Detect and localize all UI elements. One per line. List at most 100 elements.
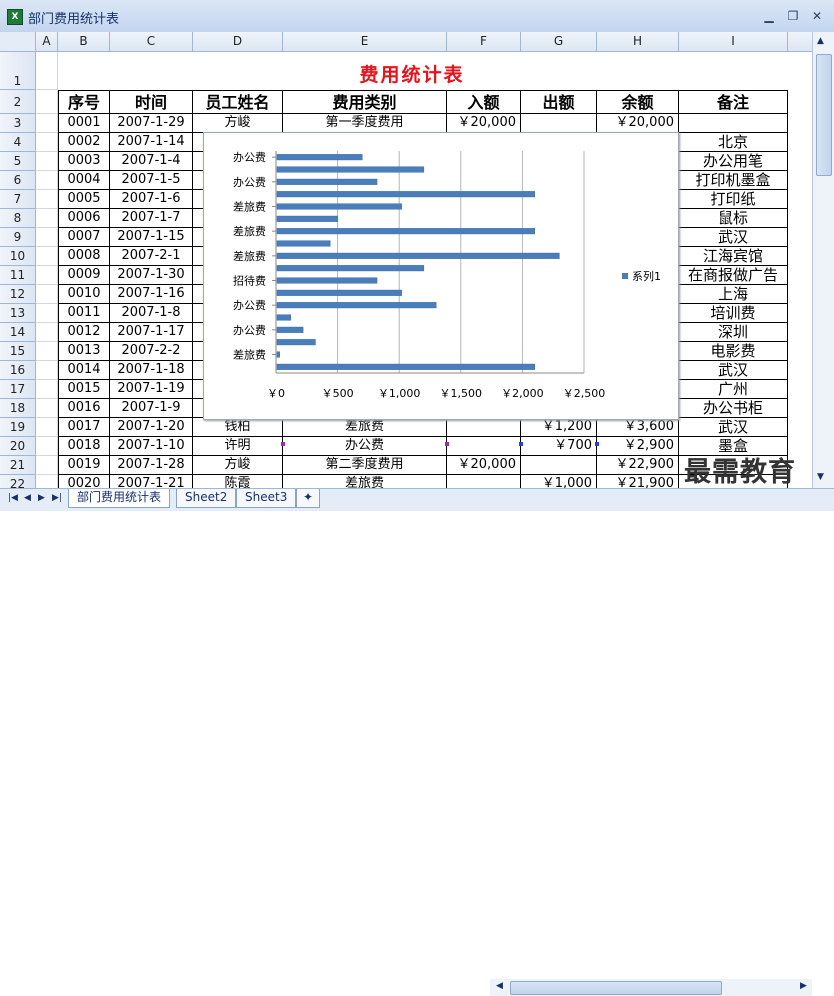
row-header[interactable]: 4 [0,133,36,152]
table-cell[interactable]: ￥20,000 [447,456,521,475]
insert-sheet-icon[interactable]: ✦ [296,489,321,508]
table-cell[interactable]: 2007-1-14 [110,133,193,152]
table-cell[interactable]: 深圳 [679,323,788,342]
cell-a[interactable] [36,475,58,488]
table-cell[interactable]: 打印纸 [679,190,788,209]
table-cell[interactable]: 许明 [193,437,283,456]
row-header[interactable]: 12 [0,285,36,304]
cell-a[interactable] [36,190,58,209]
cell-a[interactable] [36,90,58,114]
row-header[interactable]: 1 [0,52,36,90]
table-cell[interactable]: 方峻 [193,114,283,133]
cell-a[interactable] [36,304,58,323]
table-cell[interactable] [447,475,521,488]
column-header[interactable]: D [193,32,283,52]
table-cell[interactable]: 0018 [58,437,110,456]
table-cell[interactable]: 2007-1-30 [110,266,193,285]
table-cell[interactable]: 2007-1-28 [110,456,193,475]
column-header[interactable]: E [283,32,447,52]
cell-a[interactable] [36,171,58,190]
table-cell[interactable] [447,437,521,456]
table-cell[interactable]: 武汉 [679,361,788,380]
bar-chart[interactable]: ￥0 ￥500 ￥1,000 ￥1,500 ￥2,000 ￥2,500 办公费 办公费 差旅费差… [203,132,679,420]
table-cell[interactable]: ￥20,000 [597,114,679,133]
cell-a[interactable] [36,114,58,133]
scroll-down-icon[interactable]: ▼ [817,472,824,482]
table-cell[interactable]: 2007-2-1 [110,247,193,266]
cell-a[interactable] [36,380,58,399]
table-cell[interactable]: 0001 [58,114,110,133]
row-header[interactable]: 21 [0,456,36,475]
table-cell[interactable]: 0012 [58,323,110,342]
last-sheet-icon[interactable]: ▶| [52,493,62,503]
column-header[interactable]: B [58,32,110,52]
select-all-corner[interactable] [0,32,36,52]
row-header[interactable]: 13 [0,304,36,323]
row-header[interactable]: 6 [0,171,36,190]
table-cell[interactable]: 陈霞 [193,475,283,488]
table-cell[interactable]: 0013 [58,342,110,361]
row-header[interactable]: 14 [0,323,36,342]
table-cell[interactable]: 0016 [58,399,110,418]
row-header[interactable]: 16 [0,361,36,380]
cell-a[interactable] [36,52,58,90]
cell-a[interactable] [36,437,58,456]
table-cell[interactable]: 2007-1-18 [110,361,193,380]
table-cell[interactable]: 2007-1-10 [110,437,193,456]
table-cell[interactable]: ￥2,900 [597,437,679,456]
column-header[interactable]: F [447,32,521,52]
table-cell[interactable]: ￥700 [521,437,597,456]
table-cell[interactable]: 0011 [58,304,110,323]
scroll-right-icon[interactable]: ▶ [800,981,807,991]
table-cell[interactable]: 0015 [58,380,110,399]
table-cell[interactable]: 武汉 [679,418,788,437]
column-header[interactable]: I [679,32,788,52]
table-cell[interactable]: 2007-1-16 [110,285,193,304]
cell-a[interactable] [36,361,58,380]
table-cell[interactable]: 2007-1-20 [110,418,193,437]
row-header[interactable]: 5 [0,152,36,171]
horizontal-scrollbar[interactable]: ▶ ◀ [490,979,812,996]
cell-a[interactable] [36,323,58,342]
cell-a[interactable] [36,209,58,228]
table-cell[interactable]: 2007-1-21 [110,475,193,488]
row-header[interactable]: 17 [0,380,36,399]
vertical-scroll-thumb[interactable] [816,54,832,176]
minimize-icon[interactable]: ▁ [758,8,780,24]
table-cell[interactable]: 差旅费 [283,475,447,488]
table-cell[interactable]: 0007 [58,228,110,247]
table-cell[interactable]: 0005 [58,190,110,209]
row-header[interactable]: 8 [0,209,36,228]
table-cell[interactable]: 0004 [58,171,110,190]
table-cell[interactable]: ￥22,900 [597,456,679,475]
tab-sheet2[interactable]: Sheet2 [176,489,237,508]
column-header[interactable]: G [521,32,597,52]
cell-a[interactable] [36,133,58,152]
table-cell[interactable]: 电影费 [679,342,788,361]
table-header-cell[interactable]: 出额 [521,90,597,114]
table-cell[interactable]: 2007-1-15 [110,228,193,247]
table-cell[interactable]: 2007-1-29 [110,114,193,133]
table-cell[interactable]: 鼠标 [679,209,788,228]
table-header-cell[interactable]: 员工姓名 [193,90,283,114]
table-header-cell[interactable]: 备注 [679,90,788,114]
table-cell[interactable]: 0010 [58,285,110,304]
cell-a[interactable] [36,342,58,361]
table-cell[interactable]: 办公书柜 [679,399,788,418]
table-cell[interactable]: 北京 [679,133,788,152]
table-cell[interactable]: 2007-1-4 [110,152,193,171]
range-handle[interactable] [445,442,449,446]
table-cell[interactable]: 0008 [58,247,110,266]
table-cell[interactable]: ￥20,000 [447,114,521,133]
row-header[interactable]: 20 [0,437,36,456]
column-header[interactable]: C [110,32,193,52]
table-header-cell[interactable]: 入额 [447,90,521,114]
range-handle[interactable] [595,442,599,446]
row-header[interactable]: 18 [0,399,36,418]
row-header[interactable]: 10 [0,247,36,266]
table-cell[interactable]: ￥1,000 [521,475,597,488]
table-cell[interactable]: 0009 [58,266,110,285]
row-header[interactable]: 15 [0,342,36,361]
table-cell[interactable]: 0006 [58,209,110,228]
table-cell[interactable]: 2007-1-19 [110,380,193,399]
